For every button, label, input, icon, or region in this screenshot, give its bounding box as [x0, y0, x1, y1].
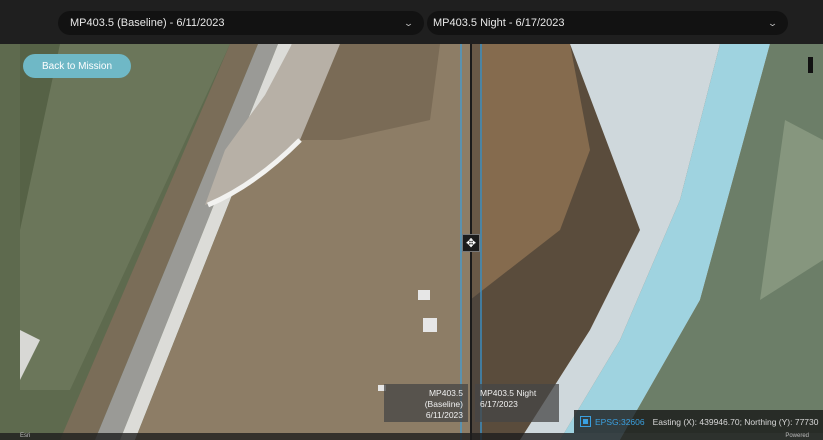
right-layer-name: MP403.5 Night	[480, 388, 537, 398]
coordinate-readout: EPSG:32606 Easting (X): 439946.70; North…	[574, 410, 823, 433]
attribution-right[interactable]: Powered	[785, 433, 809, 440]
map-view[interactable]	[0, 44, 823, 440]
chevron-down-icon[interactable]: ⌄	[767, 18, 787, 29]
right-layer-date: 6/17/2023	[480, 399, 518, 409]
projection-icon[interactable]	[580, 416, 591, 427]
right-layer-select[interactable]: MP403.5 Night - 6/17/2023 ⌄	[427, 11, 788, 35]
back-to-mission-button[interactable]: Back to Mission	[23, 54, 131, 78]
side-panel-toggle[interactable]	[808, 57, 813, 73]
attribution-left: Esri	[20, 433, 31, 439]
left-layer-select-value: MP403.5 (Baseline) - 6/11/2023	[70, 17, 225, 29]
attribution-bar: Esri Powered	[0, 433, 823, 440]
epsg-code[interactable]: EPSG:32606	[595, 417, 645, 427]
left-layer-label: MP403.5 (Baseline) 6/11/2023	[384, 384, 468, 422]
right-layer-select-value: MP403.5 Night - 6/17/2023	[433, 17, 565, 29]
ice-chunk	[423, 318, 437, 332]
top-bar: MP403.5 (Baseline) - 6/11/2023 ⌄ MP403.5…	[0, 0, 823, 44]
left-layer-select[interactable]: MP403.5 (Baseline) - 6/11/2023 ⌄	[58, 11, 424, 35]
aerial-imagery	[0, 44, 823, 440]
left-layer-date: 6/11/2023	[425, 410, 463, 420]
move-arrows-icon[interactable]: ✥	[462, 234, 480, 252]
right-layer-label: MP403.5 Night 6/17/2023	[475, 384, 559, 422]
chevron-down-icon[interactable]: ⌄	[403, 18, 423, 29]
ice-chunk	[418, 290, 430, 300]
left-layer-name: MP403.5 (Baseline)	[424, 388, 463, 409]
coordinate-text: Easting (X): 439946.70; Northing (Y): 77…	[652, 416, 819, 427]
